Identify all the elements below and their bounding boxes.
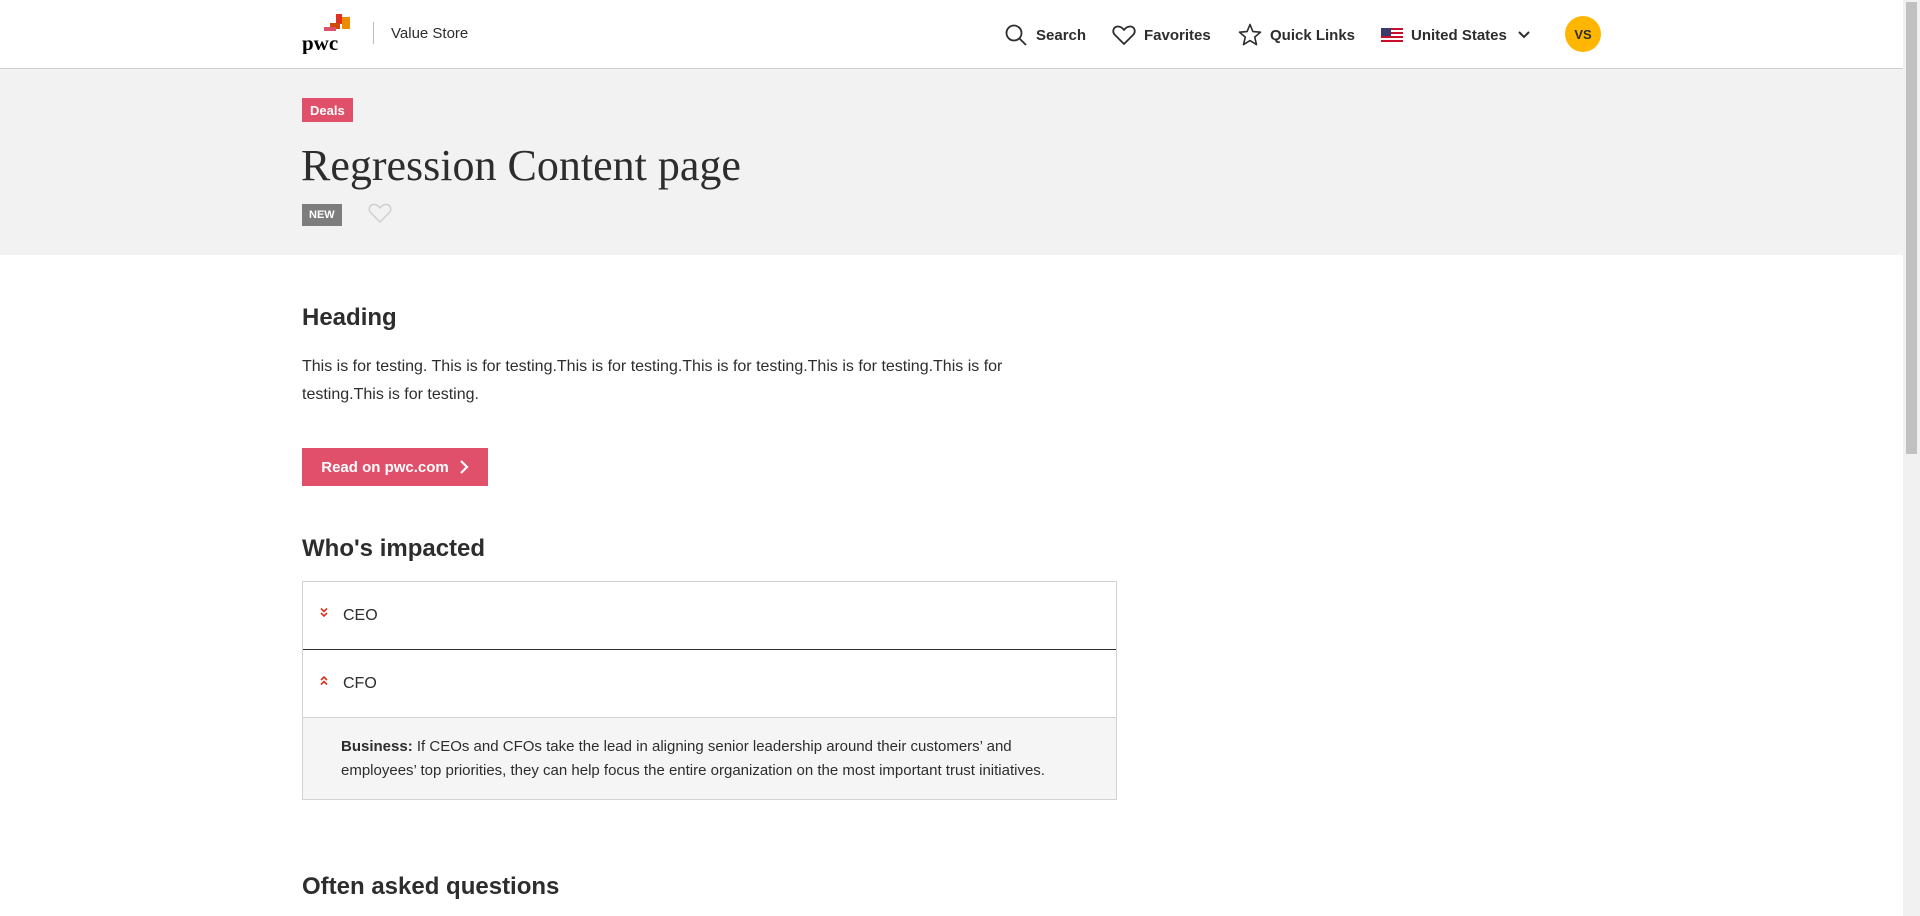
impacted-accordion: CEO CFO Business: If CEOs and CFOs take … xyxy=(302,581,1117,800)
scrollbar-thumb[interactable] xyxy=(1906,2,1917,454)
search-icon xyxy=(1005,24,1027,46)
site-name[interactable]: Value Store xyxy=(391,25,468,42)
body-text: This is for testing. This is for testing… xyxy=(302,358,1003,403)
section-heading: Heading xyxy=(302,304,397,331)
quick-links-button[interactable]: Quick Links xyxy=(1238,22,1355,48)
accordion-label-ceo: CEO xyxy=(343,606,378,624)
panel-text: If CEOs and CFOs take the lead in aligni… xyxy=(341,738,1045,779)
accordion-item-ceo[interactable]: CEO xyxy=(303,582,1116,650)
search-button[interactable]: Search xyxy=(1004,22,1086,48)
whos-impacted-heading: Who's impacted xyxy=(302,535,486,562)
logo-text: pwc xyxy=(302,31,338,54)
search-label: Search xyxy=(1036,26,1087,44)
chevron-down-icon xyxy=(1518,31,1530,39)
star-icon xyxy=(1238,23,1262,46)
new-badge: NEW xyxy=(302,204,342,226)
top-navigation-bar: pwc Value Store Search Favorites Quick L… xyxy=(0,0,1903,69)
header-divider xyxy=(373,22,374,44)
hero-banner xyxy=(0,69,1903,255)
chevron-right-icon xyxy=(459,460,469,474)
cta-label: Read on pwc.com xyxy=(321,458,449,476)
double-chevron-up-icon xyxy=(320,675,328,686)
accordion-label-cfo: CFO xyxy=(343,674,377,692)
accordion-panel-cfo: Business: If CEOs and CFOs take the lead… xyxy=(303,718,1116,799)
pwc-logo[interactable]: pwc xyxy=(302,14,354,54)
category-tag[interactable]: Deals xyxy=(302,98,353,122)
heart-icon xyxy=(1112,25,1136,45)
faq-heading: Often asked questions xyxy=(302,873,560,900)
heart-icon xyxy=(368,203,392,223)
favorites-label: Favorites xyxy=(1144,26,1211,44)
country-selector[interactable]: United States xyxy=(1381,22,1531,48)
user-avatar[interactable]: VS xyxy=(1565,16,1601,52)
quick-links-label: Quick Links xyxy=(1270,26,1356,44)
page-title: Regression Content page xyxy=(301,141,741,190)
read-on-pwc-button[interactable]: Read on pwc.com xyxy=(302,448,488,486)
accordion-item-cfo[interactable]: CFO xyxy=(303,650,1116,718)
favorite-toggle[interactable] xyxy=(368,202,392,229)
us-flag-icon xyxy=(1381,28,1403,42)
country-label: United States xyxy=(1411,26,1507,44)
double-chevron-down-icon xyxy=(320,607,328,618)
favorites-button[interactable]: Favorites xyxy=(1112,22,1211,48)
page-scrollbar[interactable] xyxy=(1903,0,1920,916)
panel-lead: Business: xyxy=(341,738,413,755)
